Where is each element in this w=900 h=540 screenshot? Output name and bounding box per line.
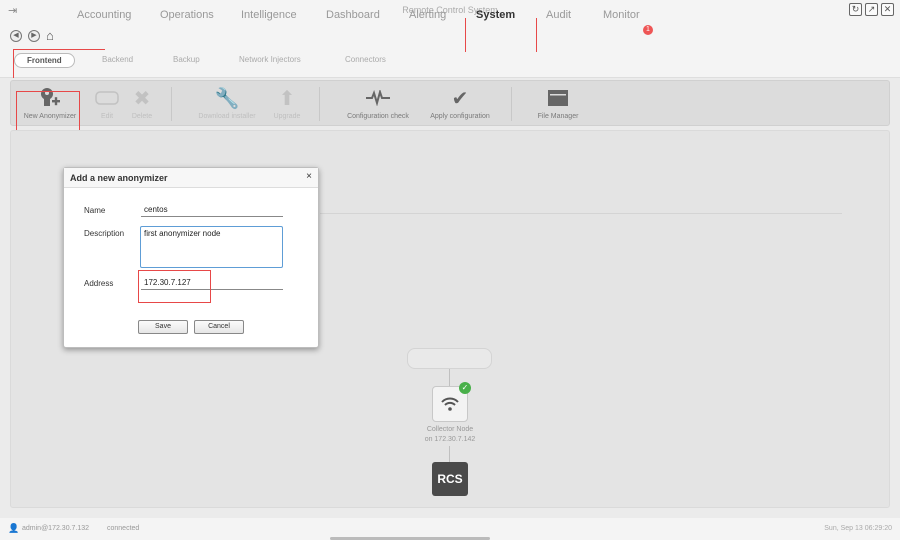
cancel-button[interactable]: Cancel	[194, 320, 244, 334]
description-field[interactable]: first anonymizer node	[140, 226, 283, 268]
window-title: Remote Control System	[402, 5, 498, 15]
tab-monitor[interactable]: Monitor	[603, 9, 640, 21]
wifi-icon	[441, 397, 459, 411]
nav-controls: ◀ ▶ ⌂	[10, 29, 54, 42]
canvas-divider	[320, 213, 842, 214]
user-icon: 👤	[8, 523, 20, 533]
title-bar: ⇥ Remote Control System ↻ ↗ ✕	[0, 0, 900, 22]
subtab-network-injectors[interactable]: Network Injectors	[239, 55, 301, 64]
active-tab-left-border	[465, 18, 466, 52]
monitor-badge: 1	[643, 25, 653, 35]
back-icon[interactable]: ◀	[10, 30, 22, 42]
connector-line	[449, 446, 450, 462]
add-anonymizer-dialog: Add a new anonymizer × Name Description …	[63, 167, 319, 348]
delete-button[interactable]: ✖ Delete	[127, 86, 157, 121]
name-label: Name	[84, 206, 106, 215]
pulse-icon	[365, 86, 391, 110]
refresh-icon[interactable]: ↻	[849, 3, 862, 16]
tab-intelligence[interactable]: Intelligence	[241, 9, 297, 21]
subtab-connectors[interactable]: Connectors	[345, 55, 386, 64]
address-label: Address	[84, 279, 114, 288]
subtab-backend[interactable]: Backend	[102, 55, 133, 64]
anonymizer-placeholder	[407, 348, 492, 369]
home-icon[interactable]: ⌂	[46, 29, 54, 42]
highlight-line-left	[13, 49, 14, 78]
highlight-box-top	[16, 91, 80, 92]
address-field[interactable]	[141, 276, 283, 290]
edit-button[interactable]: Edit	[92, 86, 122, 120]
highlight-box-left	[16, 91, 17, 133]
description-label: Description	[84, 229, 125, 238]
toolbar-separator	[171, 87, 172, 121]
tab-system[interactable]: System	[476, 9, 515, 21]
tab-operations[interactable]: Operations	[160, 9, 214, 21]
tab-accounting[interactable]: Accounting	[77, 9, 131, 21]
delete-icon: ✖	[133, 87, 151, 110]
toolbar-separator	[511, 87, 512, 121]
edit-icon	[95, 86, 119, 110]
collector-node-label: Collector Node on 172.30.7.142	[424, 426, 476, 443]
tab-audit[interactable]: Audit	[546, 9, 571, 21]
configuration-check-button[interactable]: Configuration check	[343, 86, 413, 120]
file-manager-icon	[547, 86, 569, 110]
save-button[interactable]: Save	[138, 320, 188, 334]
rcs-node[interactable]: RCS	[432, 462, 468, 496]
dialog-header: Add a new anonymizer ×	[64, 168, 318, 188]
tab-alerting[interactable]: Alerting	[409, 9, 446, 21]
status-user: admin@172.30.7.132	[22, 525, 90, 532]
toolbar: New Anonymizer Edit ✖ Delete 🔧 Download …	[10, 80, 890, 126]
subtab-backup[interactable]: Backup	[173, 55, 200, 64]
sub-nav	[0, 52, 900, 78]
close-window-icon[interactable]: ✕	[881, 3, 894, 16]
wrench-icon: 🔧	[214, 87, 240, 110]
dialog-title: Add a new anonymizer	[70, 173, 168, 183]
address-highlight-right	[210, 270, 211, 302]
status-datetime: Sun, Sep 13 06:29:20	[824, 525, 892, 532]
subtab-frontend[interactable]: Frontend	[14, 53, 75, 68]
forward-icon[interactable]: ▶	[28, 30, 40, 42]
file-manager-button[interactable]: File Manager	[533, 86, 583, 120]
connection-status: connected	[107, 525, 140, 532]
close-icon[interactable]: ×	[306, 171, 312, 182]
maximize-icon[interactable]: ↗	[865, 3, 878, 16]
window-controls: ↻ ↗ ✕	[849, 3, 894, 16]
apply-configuration-button[interactable]: ✔ Apply configuration	[424, 86, 496, 121]
main-nav: ◀ ▶ ⌂	[0, 22, 900, 52]
address-highlight-top	[138, 270, 211, 271]
name-field[interactable]	[141, 203, 283, 217]
status-ok-icon: ✓	[459, 382, 471, 394]
checkmark-icon: ✔	[451, 87, 469, 110]
active-tab-right-border	[536, 18, 537, 52]
connector-line	[449, 369, 450, 386]
upgrade-arrow-icon: ⬆	[278, 87, 296, 110]
tab-dashboard[interactable]: Dashboard	[326, 9, 380, 21]
highlight-box-right	[79, 91, 80, 133]
highlight-line-top	[14, 49, 105, 50]
upgrade-button[interactable]: ⬆ Upgrade	[269, 86, 305, 121]
address-highlight-bottom	[138, 302, 211, 303]
new-anonymizer-icon	[39, 86, 61, 110]
toolbar-separator	[319, 87, 320, 121]
address-highlight-left	[138, 270, 139, 302]
download-installer-button[interactable]: 🔧 Download installer	[194, 86, 260, 121]
